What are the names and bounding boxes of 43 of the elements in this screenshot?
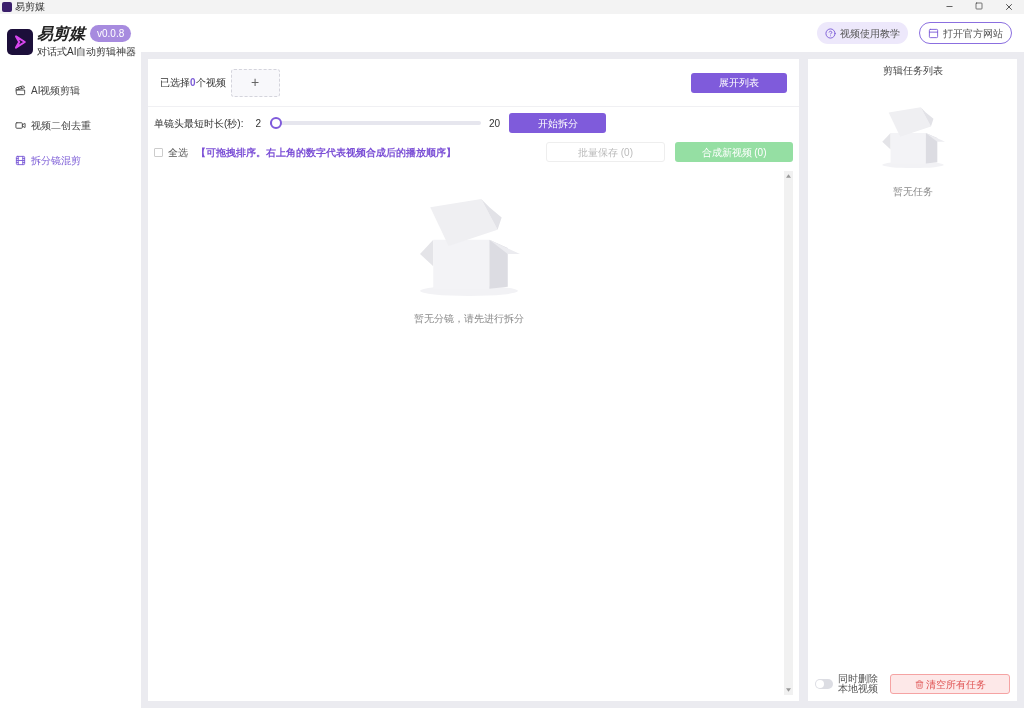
clear-tasks-button[interactable]: 清空所有任务 <box>890 674 1010 694</box>
expand-list-button[interactable]: 展开列表 <box>691 72 787 93</box>
website-button[interactable]: 打开官方网站 <box>919 22 1012 44</box>
brand-name: 易剪媒 <box>37 25 85 42</box>
select-all-label: 全选 <box>168 145 188 160</box>
empty-box-icon <box>418 197 520 299</box>
video-icon <box>15 120 26 131</box>
sort-hint: 【可拖拽排序。右上角的数字代表视频合成后的播放顺序】 <box>196 145 456 160</box>
delete-local-label: 同时删除本地视频 <box>837 674 879 694</box>
window-title: 易剪媒 <box>15 2 45 12</box>
slider-min: 2 <box>255 116 261 131</box>
selected-count: 已选择0个视频 <box>160 76 226 90</box>
duration-slider[interactable] <box>270 117 481 129</box>
scroll-up-icon[interactable] <box>786 174 791 178</box>
sidebar-item[interactable]: 视频二创去重 <box>0 108 141 143</box>
delete-local-toggle[interactable] <box>815 679 833 689</box>
sidebar-label: 拆分镜混剪 <box>31 154 81 168</box>
empty-message: 暂无分镜，请先进行拆分 <box>414 312 524 326</box>
film-icon <box>15 155 26 166</box>
sidebar-item[interactable]: 拆分镜混剪 <box>0 143 141 178</box>
close-icon <box>1004 2 1014 12</box>
trash-icon <box>914 679 924 689</box>
tagline: 对话式AI自动剪辑神器 <box>37 45 137 59</box>
help-icon <box>825 27 836 39</box>
version-badge: v0.0.8 <box>90 25 132 42</box>
slider-label: 单镜头最短时长(秒): <box>154 116 244 131</box>
no-tasks-message: 暂无任务 <box>892 185 933 199</box>
slider-max: 20 <box>489 116 501 131</box>
sidebar-item[interactable]: AI视频剪辑 <box>0 73 141 108</box>
slider-thumb[interactable] <box>270 117 282 129</box>
window-icon <box>928 27 939 39</box>
sidebar-label: AI视频剪辑 <box>31 84 81 98</box>
scroll-down-icon[interactable] <box>786 688 791 692</box>
restore-icon <box>975 2 983 10</box>
add-video-button[interactable]: + <box>230 68 280 97</box>
logo-icon <box>7 29 33 55</box>
sidebar-label: 视频二创去重 <box>31 119 91 133</box>
start-split-button[interactable]: 开始拆分 <box>509 113 607 133</box>
task-list-title: 剪辑任务列表 <box>882 64 943 78</box>
app-icon <box>2 2 12 12</box>
empty-box-icon <box>880 106 945 170</box>
tutorial-button[interactable]: 视频使用教学 <box>817 22 908 44</box>
select-all-checkbox[interactable] <box>154 147 163 157</box>
